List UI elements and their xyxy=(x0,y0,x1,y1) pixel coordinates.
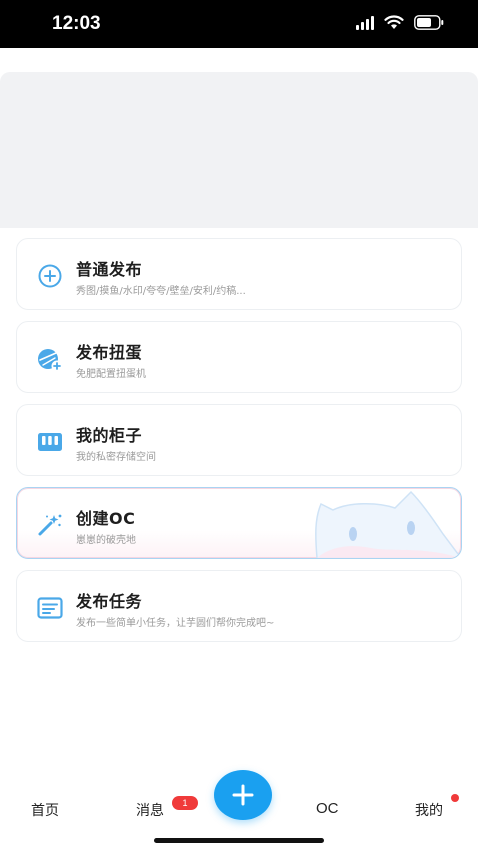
menu-create-oc[interactable]: 创建OC 崽崽的破壳地 xyxy=(16,487,462,559)
card-subtitle: 我的私密存储空间 xyxy=(76,452,156,463)
status-icons xyxy=(356,15,444,30)
mine-notification-dot xyxy=(451,794,459,802)
tab-home[interactable]: 首页 xyxy=(31,800,59,820)
publish-button[interactable] xyxy=(214,770,272,820)
wifi-icon xyxy=(384,15,404,30)
plus-icon xyxy=(232,784,254,806)
magic-wand-icon xyxy=(37,512,63,538)
menu-publish-gashapon[interactable]: 发布扭蛋 免肥配置扭蛋机 xyxy=(16,321,462,393)
status-time: 12:03 xyxy=(52,13,101,34)
signal-icon xyxy=(356,15,374,30)
card-title: 我的柜子 xyxy=(76,426,143,445)
status-bar: 12:03 xyxy=(0,0,478,48)
gashapon-icon xyxy=(37,346,63,372)
tab-messages[interactable]: 消息 xyxy=(136,800,164,820)
card-subtitle: 免肥配置扭蛋机 xyxy=(76,369,146,380)
menu-normal-publish[interactable]: 普通发布 秀图/摸鱼/水印/夸夸/壁垒/安利/约稿... xyxy=(16,238,462,310)
card-title: 发布扭蛋 xyxy=(76,343,143,362)
card-subtitle: 秀图/摸鱼/水印/夸夸/壁垒/安利/约稿... xyxy=(76,286,246,297)
screen: 12:03 普通发布 秀图/摸鱼/水印/夸夸/壁垒/安利/约稿... 发布扭蛋 … xyxy=(0,0,478,850)
card-title: 发布任务 xyxy=(76,592,143,611)
card-title: 普通发布 xyxy=(76,260,143,279)
card-subtitle: 崽崽的破壳地 xyxy=(76,535,136,546)
cabinet-icon xyxy=(37,429,63,455)
tab-mine[interactable]: 我的 xyxy=(415,800,443,820)
publish-menu: 普通发布 秀图/摸鱼/水印/夸夸/壁垒/安利/约稿... 发布扭蛋 免肥配置扭蛋… xyxy=(16,238,462,653)
tab-oc[interactable]: OC xyxy=(316,800,339,817)
card-title: 创建OC xyxy=(76,509,136,528)
battery-icon xyxy=(414,15,444,30)
menu-my-cabinet[interactable]: 我的柜子 我的私密存储空间 xyxy=(16,404,462,476)
cat-ghost-illustration xyxy=(311,488,461,558)
menu-publish-task[interactable]: 发布任务 发布一些简单小任务，让芋圆们帮你完成吧~ xyxy=(16,570,462,642)
home-indicator xyxy=(154,838,324,843)
banner-placeholder[interactable] xyxy=(0,72,478,228)
card-subtitle: 发布一些简单小任务，让芋圆们帮你完成吧~ xyxy=(76,618,275,629)
plus-circle-icon xyxy=(37,263,63,289)
task-list-icon xyxy=(37,595,63,621)
messages-badge: 1 xyxy=(172,796,198,810)
